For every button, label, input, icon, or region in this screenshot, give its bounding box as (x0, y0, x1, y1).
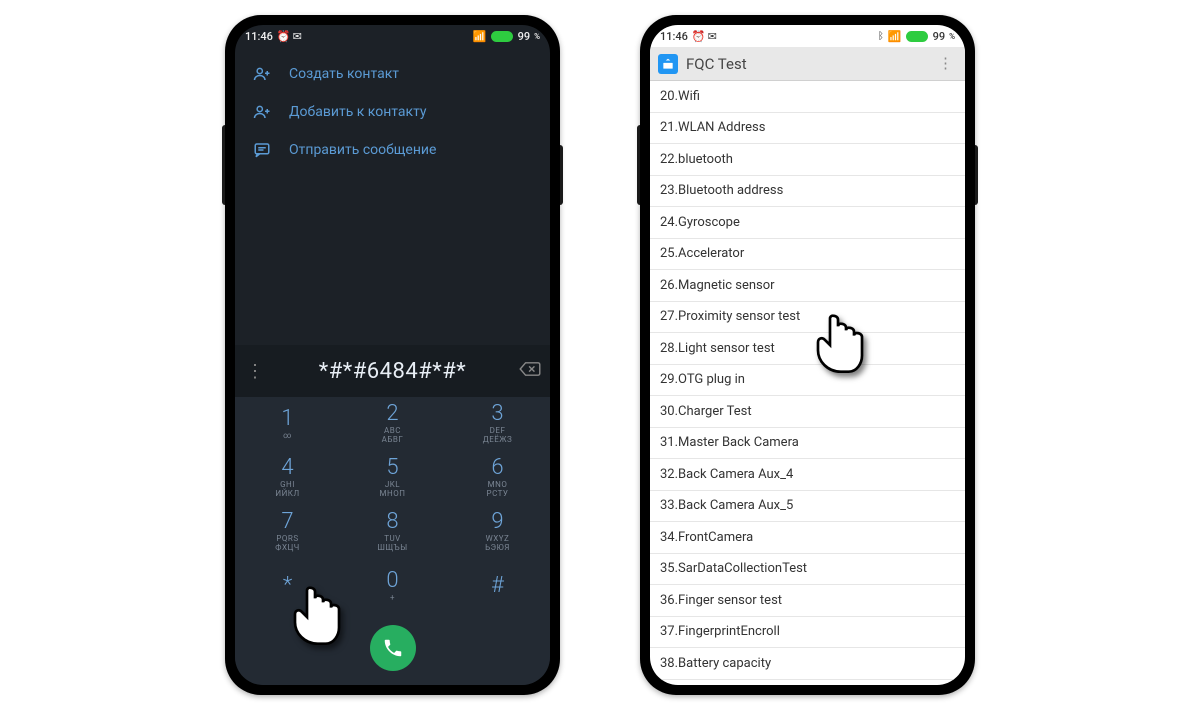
key-6[interactable]: 6MNO РСТУ (445, 451, 550, 505)
fqc-test-list[interactable]: 20.Wifi 21.WLAN Address 22.bluetooth 23.… (650, 81, 965, 685)
key-7[interactable]: 7PQRS ФХЦЧ (235, 505, 340, 559)
menu-item-label: Создать контакт (289, 66, 399, 82)
overflow-menu-button[interactable]: ⋮ (934, 60, 957, 68)
battery-unit: % (949, 32, 955, 41)
call-button[interactable] (370, 625, 416, 671)
menu-item-add-to-contact[interactable]: Добавить к контакту (241, 93, 544, 131)
key-8[interactable]: 8TUV ШЩЪЫ (340, 505, 445, 559)
list-item[interactable]: 35.SarDataCollectionTest (650, 554, 965, 586)
dial-input[interactable]: *#*#6484#*#* (269, 359, 516, 384)
list-item[interactable]: 38.Battery capacity (650, 648, 965, 680)
mail-icon: ✉ (708, 30, 717, 43)
alarm-icon: ⏰ (692, 30, 706, 43)
key-hash[interactable]: # (445, 559, 550, 613)
app-title: FQC Test (686, 55, 747, 73)
message-icon (253, 141, 271, 159)
battery-percent: 99 (518, 30, 531, 43)
status-bar: 11:46 ⏰ ✉ 📶 99 % (235, 25, 550, 47)
mail-icon: ✉ (293, 30, 302, 43)
list-item[interactable]: 37.FingerprintEncroll (650, 617, 965, 649)
signal-icon: 📶 (473, 30, 487, 43)
status-time: 11:46 (660, 30, 688, 43)
key-0[interactable]: 0+ (340, 559, 445, 613)
menu-item-create-contact[interactable]: Создать контакт (241, 55, 544, 93)
battery-percent: 99 (933, 30, 946, 43)
list-item[interactable]: 20.Wifi (650, 81, 965, 113)
menu-item-send-message[interactable]: Отправить сообщение (241, 131, 544, 169)
menu-item-label: Отправить сообщение (289, 142, 436, 158)
list-item[interactable]: 31.Master Back Camera (650, 428, 965, 460)
key-4[interactable]: 4GHI ИЙКЛ (235, 451, 340, 505)
dial-input-row: ⋮ *#*#6484#*#* (235, 345, 550, 397)
list-item[interactable]: 29.OTG plug in (650, 365, 965, 397)
list-item[interactable]: 28.Light sensor test (650, 333, 965, 365)
menu-item-label: Добавить к контакту (289, 104, 427, 120)
list-item[interactable]: 36.Finger sensor test (650, 585, 965, 617)
more-options-button[interactable]: ⋮ (241, 361, 269, 382)
list-item[interactable]: 30.Charger Test (650, 396, 965, 428)
person-add-icon (253, 103, 271, 121)
dialer-menu: Создать контакт Добавить к контакту Отпр… (235, 47, 550, 169)
key-2[interactable]: 2ABC АБВГ (340, 397, 445, 451)
app-header: FQC Test ⋮ (650, 47, 965, 81)
backspace-button[interactable] (516, 361, 544, 381)
list-item[interactable]: 25.Accelerator (650, 239, 965, 271)
alarm-icon: ⏰ (277, 30, 291, 43)
list-item[interactable]: 24.Gyroscope (650, 207, 965, 239)
list-item[interactable]: 34.FrontCamera (650, 522, 965, 554)
list-item[interactable]: 33.Back Camera Aux_5 (650, 491, 965, 523)
key-9[interactable]: 9WXYZ ЬЭЮЯ (445, 505, 550, 559)
app-icon (658, 54, 678, 74)
list-item[interactable]: 32.Back Camera Aux_4 (650, 459, 965, 491)
battery-icon (491, 31, 513, 42)
list-item[interactable]: 26.Magnetic sensor (650, 270, 965, 302)
dial-keypad: 1∞ 2ABC АБВГ 3DEF ДЕЁЖЗ 4GHI ИЙКЛ 5JKL М… (235, 397, 550, 613)
status-bar: 11:46 ⏰ ✉ ᛒ 📶 99 % (650, 25, 965, 47)
list-item[interactable]: 21.WLAN Address (650, 113, 965, 145)
phone-frame-fqc: 11:46 ⏰ ✉ ᛒ 📶 99 % FQC Test ⋮ 20.Wifi 21… (640, 15, 975, 695)
battery-unit: % (534, 32, 540, 41)
status-time: 11:46 (245, 30, 273, 43)
list-item[interactable]: 22.bluetooth (650, 144, 965, 176)
signal-icon: 📶 (888, 30, 902, 43)
battery-icon (906, 31, 928, 42)
key-3[interactable]: 3DEF ДЕЁЖЗ (445, 397, 550, 451)
key-5[interactable]: 5JKL МНОП (340, 451, 445, 505)
key-1[interactable]: 1∞ (235, 397, 340, 451)
phone-frame-dialer: 11:46 ⏰ ✉ 📶 99 % Создать контакт Д (225, 15, 560, 695)
bluetooth-icon: ᛒ (878, 31, 884, 42)
person-add-icon (253, 65, 271, 83)
list-item[interactable]: 27.Proximity sensor test (650, 302, 965, 334)
key-star[interactable]: * (235, 559, 340, 613)
list-item[interactable]: 23.Bluetooth address (650, 176, 965, 208)
